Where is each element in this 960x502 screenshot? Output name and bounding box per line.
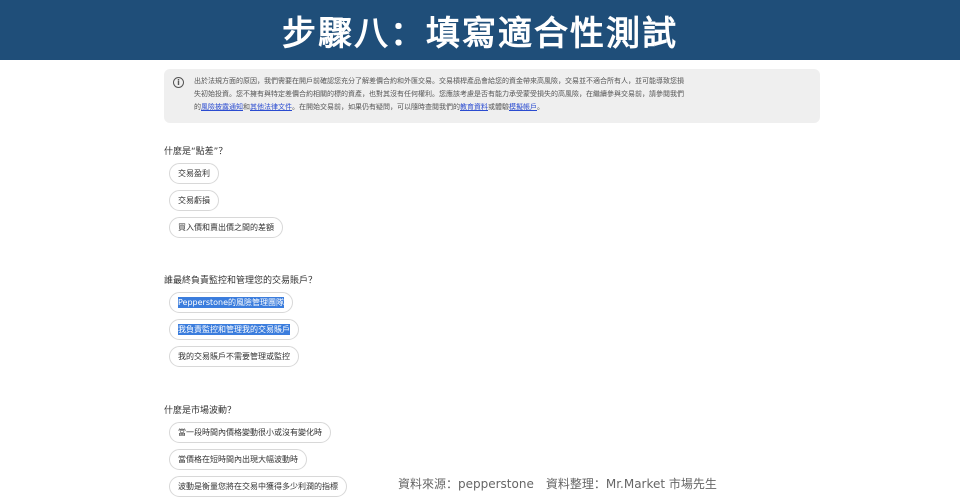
title-banner: 步驟八：填寫適合性測試 [0,0,960,60]
option-trade-profit[interactable]: 交易盈利 [169,163,219,184]
option-trade-loss[interactable]: 交易虧損 [169,190,219,211]
option-no-management[interactable]: 我的交易賬戶不需要管理或監控 [169,346,299,367]
option-risk-team[interactable]: Pepperstone的風險管理團隊 [169,292,294,313]
demo-account-link[interactable]: 模擬帳戶 [509,103,537,111]
question-account-responsibility: 誰最終負責監控和管理您的交易賬戶？ [164,276,318,286]
question-market-volatility: 什麼是市場波動？ [164,406,237,416]
notice-text: 出於法規方面的原因，我們需要在開戶前確認您充分了解差價合約和外匯交易。交易槓桿產… [194,77,684,111]
source-caption: 資料來源：pepperstone 資料整理：Mr.Market 市場先生 [398,477,717,491]
page-title: 步驟八：填寫適合性測試 [282,13,678,54]
option-bid-ask-difference[interactable]: 買入價和賣出價之間的差額 [169,217,283,238]
option-little-change[interactable]: 當一段時間內價格變動很小或沒有變化時 [169,422,331,443]
option-profit-measure[interactable]: 波動是衡量您將在交易中獲得多少利潤的指標 [169,476,347,497]
education-materials-link[interactable]: 教育資料 [460,103,488,111]
legal-documents-link[interactable]: 其他法律文件 [250,103,292,111]
option-self-manage[interactable]: 我負責監控和管理我的交易賬戶 [169,319,299,340]
question-spread: 什麼是“點差”？ [164,147,228,157]
option-large-swings[interactable]: 當價格在短時間內出現大幅波動時 [169,449,307,470]
info-icon: i [173,77,184,88]
regulatory-notice: i 出於法規方面的原因，我們需要在開戶前確認您充分了解差價合約和外匯交易。交易槓… [164,69,820,123]
risk-disclosure-link[interactable]: 風險披露通知 [201,103,243,111]
